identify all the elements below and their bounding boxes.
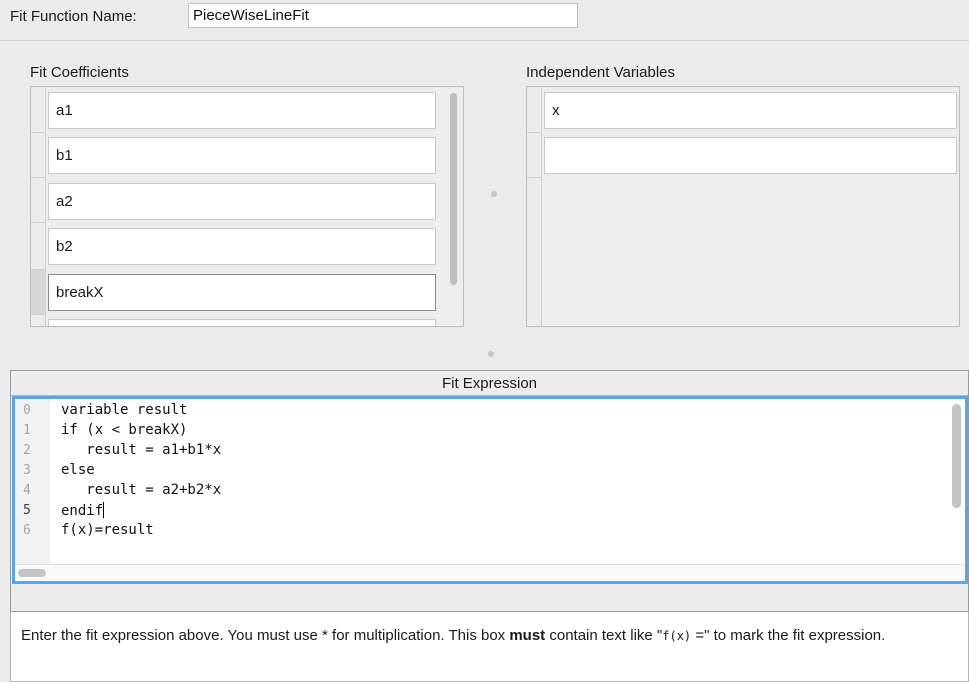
fit-function-name-input[interactable] <box>188 3 578 28</box>
fit-expression-help-text: Enter the fit expression above. You must… <box>10 612 969 682</box>
editor-horizontal-scrollbar[interactable] <box>15 564 965 581</box>
coefficient-cell-a2[interactable]: a2 <box>48 183 436 220</box>
fit-coefficients-title: Fit Coefficients <box>30 64 129 81</box>
row-divider <box>31 177 45 178</box>
coefficient-cell-a1[interactable]: a1 <box>48 92 436 129</box>
line-number-current: 5 <box>23 503 31 518</box>
help-text-part: contain text like " <box>545 627 663 644</box>
help-code: f(x) <box>662 629 692 643</box>
code-line: variable result <box>61 402 188 418</box>
variable-cell-empty[interactable] <box>544 137 957 174</box>
code-line-text: endif <box>61 503 104 519</box>
coefficient-cell-b1[interactable]: b1 <box>48 137 436 174</box>
row-divider <box>31 222 45 223</box>
coefficient-cell-empty[interactable] <box>48 319 436 326</box>
line-number: 1 <box>23 423 31 438</box>
help-bold: must <box>509 627 546 644</box>
code-line-current: endif <box>61 502 105 519</box>
row-divider <box>31 269 45 270</box>
variable-cell-x[interactable]: x <box>544 92 957 129</box>
row-divider <box>31 132 45 133</box>
coefficient-cell-breakX[interactable]: breakX <box>48 274 436 311</box>
line-number-gutter: 0 1 2 3 4 5 6 <box>15 399 50 581</box>
line-number: 2 <box>23 443 31 458</box>
code-line: else <box>61 462 95 478</box>
horizontal-splitter-handle[interactable] <box>488 351 494 357</box>
row-divider <box>527 177 541 178</box>
independent-variables-list[interactable]: x <box>526 86 960 327</box>
code-line: if (x < breakX) <box>61 422 188 438</box>
code-line: f(x)=result <box>61 522 154 538</box>
row-divider <box>31 314 45 315</box>
fit-expression-editor[interactable]: 0 1 2 3 4 5 6 variable result if (x < br… <box>12 396 968 584</box>
help-text-part: =" to mark the fit expression. <box>691 627 886 644</box>
row-header-gutter <box>527 87 542 326</box>
coefficients-scrollbar[interactable] <box>450 93 457 285</box>
fit-expression-title: Fit Expression <box>11 371 968 396</box>
help-text-part: for multiplication. This box <box>327 627 510 644</box>
line-number: 0 <box>23 403 31 418</box>
fit-coefficients-list[interactable]: a1 b1 a2 b2 breakX <box>30 86 464 327</box>
text-caret <box>103 502 105 518</box>
fit-function-name-label: Fit Function Name: <box>10 8 137 25</box>
vertical-splitter-handle[interactable] <box>491 191 497 197</box>
fit-expression-panel: Fit Expression 0 1 2 3 4 5 6 variable re… <box>10 370 969 612</box>
divider <box>0 40 969 41</box>
code-line: result = a1+b1*x <box>61 442 222 458</box>
coefficient-cell-b2[interactable]: b2 <box>48 228 436 265</box>
line-number: 3 <box>23 463 31 478</box>
editor-vertical-scrollbar[interactable] <box>952 404 961 508</box>
row-divider <box>527 132 541 133</box>
line-number: 4 <box>23 483 31 498</box>
code-line: result = a2+b2*x <box>61 482 222 498</box>
independent-variables-title: Independent Variables <box>526 64 676 81</box>
line-number: 6 <box>23 523 31 538</box>
help-text-part: Enter the fit expression above. You must… <box>21 627 323 644</box>
horizontal-scroll-thumb[interactable] <box>18 569 46 577</box>
selected-row-marker <box>31 269 45 314</box>
